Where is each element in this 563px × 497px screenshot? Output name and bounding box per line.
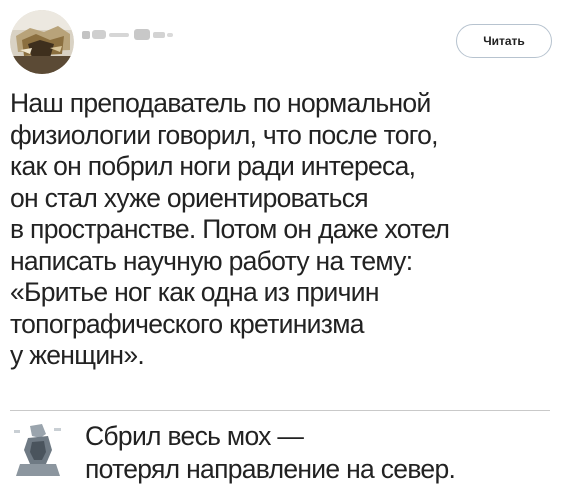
author-avatar[interactable] — [10, 10, 74, 74]
post-text-line: написать научную работу на тему: — [10, 245, 413, 276]
post-text-line: топографического кретинизма — [10, 308, 364, 339]
author-name-blurred — [82, 29, 173, 40]
post-text-line: у женщин». — [10, 340, 145, 370]
reply-text-line: Сбрил весь мох — — [85, 421, 304, 451]
reply-avatar[interactable] — [12, 420, 64, 478]
reply-text-line: потерял направление на север. — [85, 454, 456, 484]
post-text-line: Наш преподаватель по нормальной — [10, 88, 431, 118]
user-avatar-icon — [10, 10, 74, 74]
post-text-line: «Бритье ног как одна из причин — [10, 277, 379, 307]
comment-divider — [10, 410, 550, 411]
reply-text: Сбрил весь мох — потерял направление на … — [85, 420, 456, 486]
post-text-line: в пространстве. Потом он даже хотел — [10, 214, 450, 244]
post-header: Читать — [0, 0, 563, 80]
post-text-line: как он побрил ноги ради интереса, — [10, 151, 416, 181]
post-text-line: он стал хуже ориентироваться — [10, 182, 369, 213]
post-text: Наш преподаватель по нормальной физиолог… — [10, 88, 550, 372]
post-text-line: физиологии говорил, что после того, — [10, 119, 439, 150]
user-avatar-icon — [12, 420, 64, 478]
follow-button[interactable]: Читать — [456, 24, 552, 58]
